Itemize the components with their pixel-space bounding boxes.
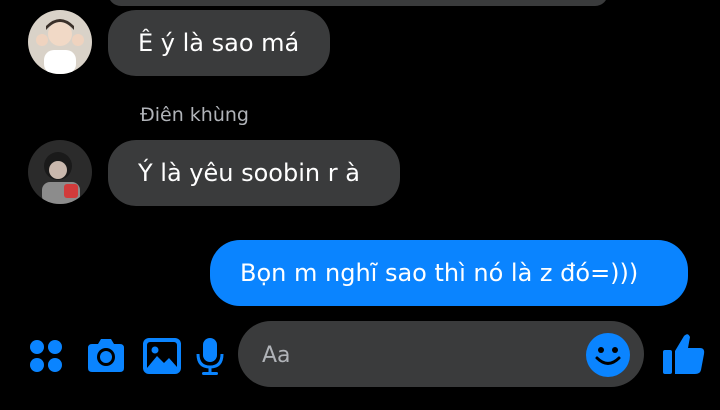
incoming-message[interactable]: Ê ý là sao má (108, 10, 330, 76)
gallery-icon[interactable] (140, 334, 184, 378)
emoji-icon[interactable] (584, 331, 632, 379)
message-text: Ê ý là sao má (138, 29, 300, 57)
thumbs-up-icon[interactable] (660, 330, 708, 378)
message-text: Ý là yêu soobin r à (138, 159, 360, 187)
previous-message-bubble (108, 0, 608, 6)
avatar[interactable] (28, 140, 92, 204)
message-composer (0, 320, 720, 392)
grid-apps-icon[interactable] (24, 334, 68, 378)
avatar[interactable] (28, 10, 92, 74)
message-list: Ê ý là sao má Điên khùng Ý là yêu soobin… (0, 0, 720, 320)
sender-name: Điên khùng (140, 104, 249, 126)
outgoing-message[interactable]: Bọn m nghĩ sao thì nó là z đó=))) (210, 240, 688, 306)
message-input[interactable] (260, 321, 584, 389)
message-text: Bọn m nghĩ sao thì nó là z đó=))) (240, 259, 639, 287)
incoming-message[interactable]: Ý là yêu soobin r à (108, 140, 400, 206)
navigation-bar (0, 396, 720, 410)
camera-icon[interactable] (84, 334, 128, 378)
microphone-icon[interactable] (188, 334, 232, 378)
message-input-container[interactable] (238, 321, 644, 389)
